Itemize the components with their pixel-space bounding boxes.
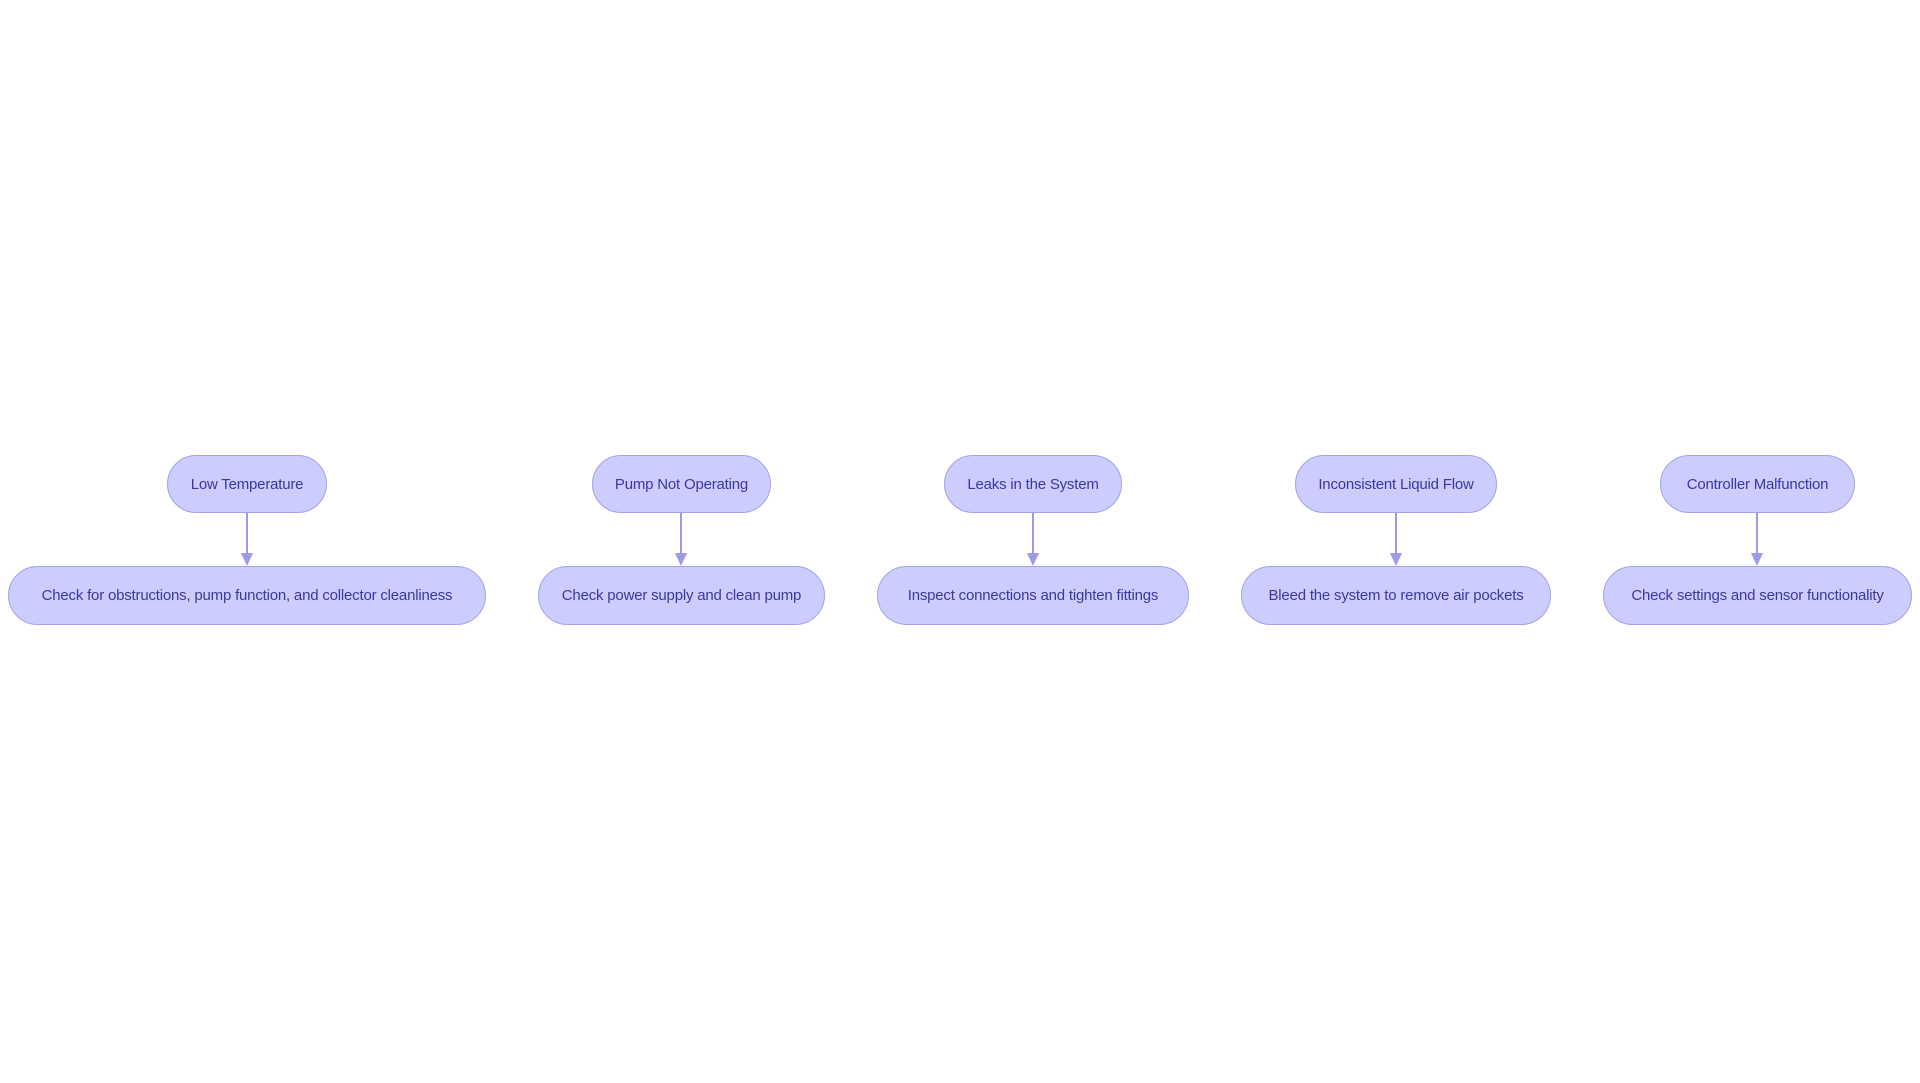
edge-p1-s1 bbox=[241, 513, 253, 566]
solution-node-obstructions: Check for obstructions, pump function, a… bbox=[8, 566, 486, 625]
node-label: Low Temperature bbox=[190, 475, 304, 493]
arrowhead-icon bbox=[1027, 553, 1039, 566]
arrowhead-icon bbox=[675, 553, 687, 566]
solution-node-settings-sensor: Check settings and sensor functionality bbox=[1603, 566, 1912, 625]
arrowhead-icon bbox=[241, 553, 253, 566]
edge-p4-s4 bbox=[1390, 513, 1402, 566]
solution-node-power-supply: Check power supply and clean pump bbox=[538, 566, 825, 625]
node-label: Check settings and sensor functionality bbox=[1631, 587, 1884, 604]
problem-node-low-temperature: Low Temperature bbox=[167, 455, 327, 513]
node-label: Check power supply and clean pump bbox=[561, 587, 802, 604]
problem-node-leaks: Leaks in the System bbox=[944, 455, 1122, 513]
node-label: Controller Malfunction bbox=[1686, 475, 1829, 493]
node-label: Pump Not Operating bbox=[614, 475, 749, 493]
node-label: Bleed the system to remove air pockets bbox=[1268, 587, 1524, 604]
arrowhead-icon bbox=[1751, 553, 1763, 566]
edges-layer bbox=[241, 513, 1763, 566]
edge-p2-s2 bbox=[675, 513, 687, 566]
problem-node-inconsistent-flow: Inconsistent Liquid Flow bbox=[1295, 455, 1497, 513]
solution-node-connections: Inspect connections and tighten fittings bbox=[877, 566, 1189, 625]
arrowhead-icon bbox=[1390, 553, 1402, 566]
node-label: Inconsistent Liquid Flow bbox=[1318, 475, 1474, 493]
edge-p5-s5 bbox=[1751, 513, 1763, 566]
node-label: Inspect connections and tighten fittings bbox=[907, 587, 1159, 604]
solution-node-bleed-system: Bleed the system to remove air pockets bbox=[1241, 566, 1551, 625]
node-label: Leaks in the System bbox=[967, 475, 1099, 493]
node-label: Check for obstructions, pump function, a… bbox=[41, 587, 453, 604]
edge-p3-s3 bbox=[1027, 513, 1039, 566]
problem-node-pump-not-operating: Pump Not Operating bbox=[592, 455, 771, 513]
problem-node-controller-malfunction: Controller Malfunction bbox=[1660, 455, 1855, 513]
